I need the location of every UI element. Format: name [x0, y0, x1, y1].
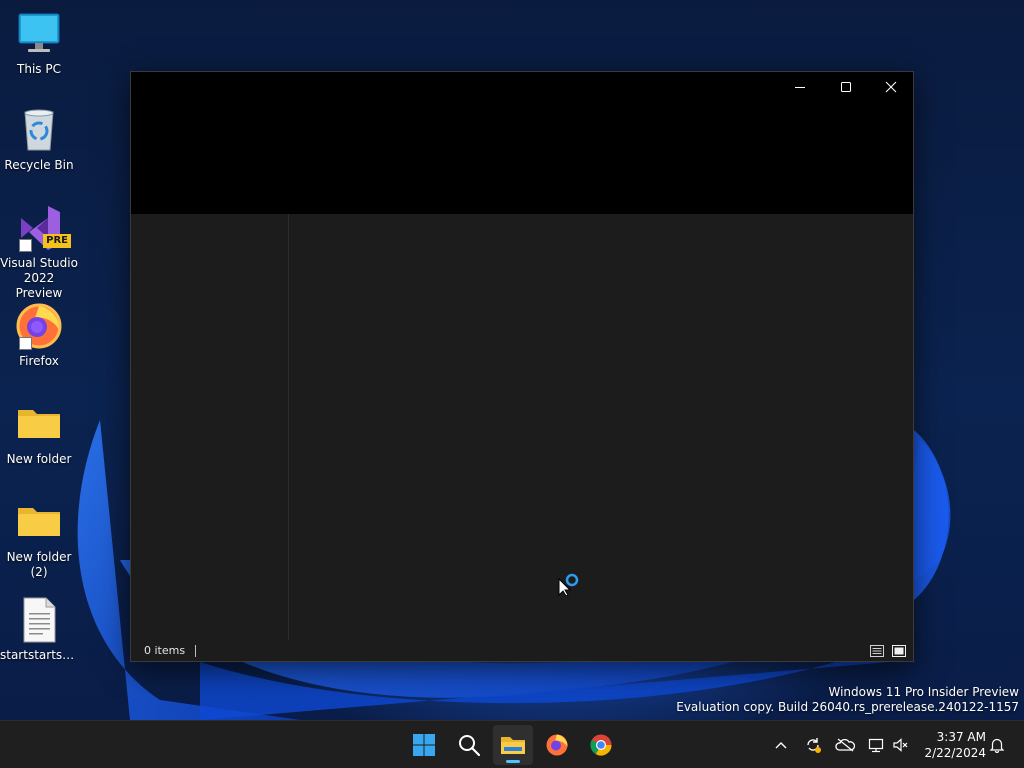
chevron-up-icon — [775, 742, 787, 749]
desktop-icon-label: New folder — [6, 452, 72, 466]
window-title-bar[interactable] — [131, 72, 913, 214]
folder-icon — [15, 498, 63, 546]
desktop-icon-this-pc[interactable]: This PC — [0, 10, 78, 77]
chrome-taskbar-button[interactable] — [581, 725, 621, 765]
firefox-icon — [15, 302, 63, 350]
network-tray-button[interactable] — [865, 733, 889, 757]
desktop-icon-label: startstartsta... — [0, 648, 78, 662]
file-list-pane[interactable] — [289, 214, 913, 640]
desktop-icon-firefox[interactable]: Firefox — [0, 302, 78, 369]
computer-icon — [15, 10, 63, 58]
taskbar-clock[interactable]: 3:37 AM 2/22/2024 — [920, 729, 986, 761]
start-button[interactable] — [404, 725, 444, 765]
file-explorer-icon — [501, 737, 525, 754]
busy-cursor-icon — [558, 573, 579, 596]
details-view-button[interactable] — [869, 643, 885, 658]
firefox-taskbar-button[interactable] — [537, 725, 577, 765]
sync-icon — [807, 738, 821, 753]
chrome-icon — [590, 734, 612, 756]
recycle-bin-icon — [15, 106, 63, 154]
taskbar: 3:37 AM 2/22/2024 — [0, 720, 1024, 768]
desktop-icon-label: Visual Studio 2022 Preview — [0, 256, 78, 300]
evaluation-watermark: Windows 11 Pro Insider Preview Evaluatio… — [676, 685, 1019, 715]
search-icon — [459, 735, 481, 757]
visual-studio-icon: PRE — [15, 204, 71, 252]
maximize-icon — [841, 82, 851, 92]
volume-tray-button[interactable] — [889, 733, 913, 757]
show-hidden-icons-button[interactable] — [769, 733, 793, 757]
desktop-icon-label: New folder (2) — [6, 550, 72, 579]
onedrive-icon — [835, 738, 855, 752]
desktop-icon-new-folder[interactable]: New folder — [0, 400, 78, 467]
network-icon — [868, 738, 884, 753]
status-bar: 0 items — [131, 640, 913, 661]
clock-date: 2/22/2024 — [924, 746, 986, 760]
desktop-icon-label: This PC — [17, 62, 61, 76]
watermark-edition: Windows 11 Pro Insider Preview — [828, 685, 1019, 699]
text-file-icon — [15, 596, 63, 644]
large-icons-view-button[interactable] — [891, 643, 907, 658]
visual-studio-badge: PRE — [43, 234, 71, 248]
file-explorer-taskbar-button[interactable] — [493, 725, 533, 765]
active-app-indicator — [506, 760, 520, 763]
item-count: 0 items — [144, 644, 186, 657]
desktop-icon-recycle-bin[interactable]: Recycle Bin — [0, 106, 78, 173]
minimize-button[interactable] — [777, 72, 823, 102]
folder-icon — [15, 400, 63, 448]
onedrive-tray-button[interactable] — [833, 733, 857, 757]
clock-time: 3:37 AM — [936, 730, 986, 744]
large-icons-view-icon — [892, 644, 906, 657]
desktop-icon-label: Firefox — [19, 354, 59, 368]
details-view-icon — [870, 644, 884, 657]
watermark-build: Evaluation copy. Build 26040.rs_prerelea… — [676, 700, 1019, 714]
close-button[interactable] — [868, 72, 914, 102]
desktop-icon-text-file[interactable]: startstartsta... — [0, 596, 78, 663]
notification-button[interactable] — [985, 733, 1009, 757]
shortcut-arrow-icon — [19, 239, 32, 252]
sync-tray-button[interactable] — [801, 733, 825, 757]
firefox-icon — [546, 734, 568, 756]
desktop-icon-new-folder-2[interactable]: New folder (2) — [0, 498, 78, 580]
navigation-pane[interactable] — [131, 214, 289, 640]
minimize-icon — [795, 87, 805, 88]
shortcut-arrow-icon — [19, 337, 32, 350]
search-button[interactable] — [449, 725, 489, 765]
desktop-icon-visual-studio[interactable]: PRE Visual Studio 2022 Preview — [0, 204, 78, 301]
desktop-icon-label: Recycle Bin — [4, 158, 74, 172]
speaker-muted-icon — [893, 738, 908, 752]
file-explorer-window[interactable]: 0 items — [130, 71, 914, 662]
start-icon — [413, 734, 435, 756]
maximize-button[interactable] — [823, 72, 869, 102]
notification-icon — [989, 738, 1005, 753]
close-icon — [885, 81, 897, 93]
status-separator — [195, 644, 197, 657]
